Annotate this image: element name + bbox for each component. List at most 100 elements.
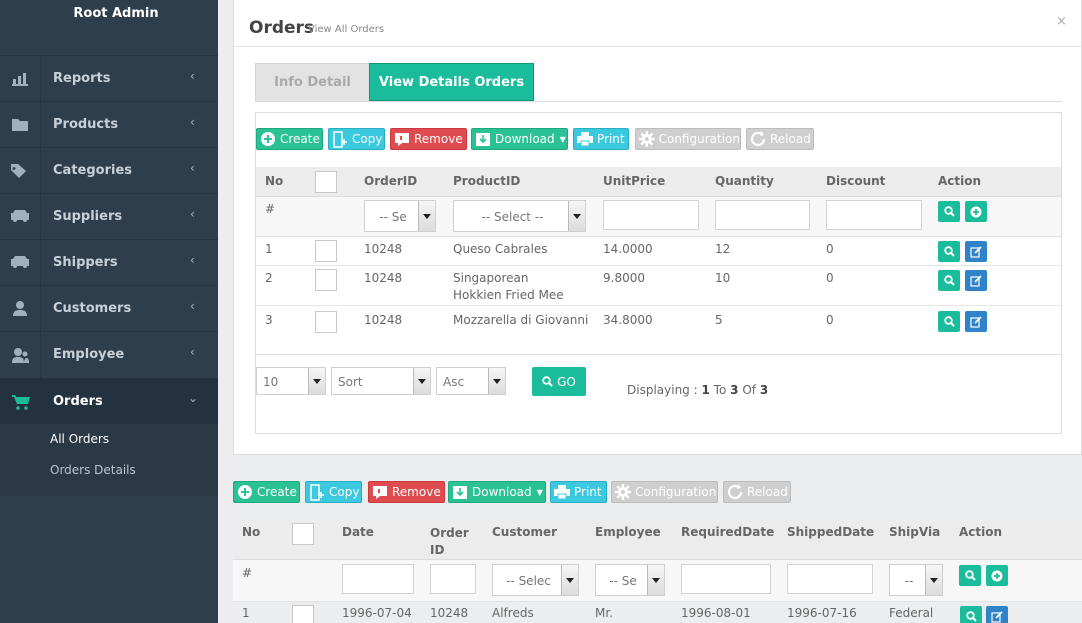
- close-icon[interactable]: ×: [1056, 14, 1067, 29]
- required-date-filter-input[interactable]: [681, 564, 771, 594]
- configuration-button[interactable]: Configuration: [611, 481, 718, 503]
- reload-label: Reload: [770, 132, 811, 146]
- select-all-checkbox[interactable]: [292, 523, 314, 545]
- tab-info-detail[interactable]: Info Detail: [255, 63, 370, 101]
- copy-button[interactable]: Copy: [328, 128, 385, 150]
- table-row[interactable]: 3 10248 Mozzarella di Giovanni 34.8000 5…: [256, 306, 1061, 355]
- sidebar-item-label: Suppliers: [53, 209, 123, 224]
- column-header[interactable]: Order ID: [430, 525, 470, 559]
- user-icon: [0, 286, 41, 331]
- table-row[interactable]: 2 10248 Singaporean Hokkien Fried Mee 9.…: [256, 266, 1061, 306]
- sort-select[interactable]: Sort: [331, 367, 431, 395]
- customer-filter-select[interactable]: -- Selec: [492, 564, 579, 596]
- sidebar-item-orders[interactable]: Orders ⌄: [0, 378, 218, 424]
- sidebar-item-reports[interactable]: Reports ‹: [0, 55, 218, 101]
- remove-button[interactable]: Remove: [368, 481, 445, 503]
- sidebar-item-label: Employee: [53, 347, 125, 362]
- column-header[interactable]: ProductID: [453, 174, 520, 188]
- print-button[interactable]: Print: [573, 128, 629, 150]
- cell-discount: 0: [826, 242, 834, 256]
- row-checkbox[interactable]: [315, 269, 337, 291]
- column-header[interactable]: Quantity: [715, 174, 774, 188]
- column-header[interactable]: OrderID: [364, 174, 417, 188]
- add-button[interactable]: [965, 201, 987, 222]
- row-checkbox[interactable]: [315, 311, 337, 333]
- order-direction-select[interactable]: Asc: [436, 367, 506, 395]
- page-size-select[interactable]: 10: [256, 367, 326, 395]
- cell-shipped-date: 1996-07-16: [787, 606, 857, 620]
- edit-button[interactable]: [965, 311, 987, 332]
- download-button[interactable]: Download ▼: [471, 128, 568, 150]
- reload-button[interactable]: Reload: [723, 481, 791, 503]
- tab-view-details-orders[interactable]: View Details Orders: [369, 63, 534, 101]
- column-header[interactable]: RequiredDate: [681, 525, 774, 539]
- page-title: Orders: [249, 18, 315, 38]
- order-id-filter-select[interactable]: -- Se: [364, 200, 436, 232]
- select-value: 10: [263, 375, 279, 389]
- tag-icon: [0, 148, 41, 193]
- view-button[interactable]: [938, 270, 960, 291]
- table-row[interactable]: 1 10248 Queso Cabrales 14.0000 12 0: [256, 237, 1061, 266]
- sidebar-item-categories[interactable]: Categories ‹: [0, 147, 218, 193]
- sidebar-item-label: Reports: [53, 71, 111, 86]
- edit-button[interactable]: [965, 241, 987, 262]
- chevron-down-icon: [413, 368, 430, 394]
- unit-price-filter-input[interactable]: [603, 200, 699, 230]
- create-button[interactable]: Create: [256, 128, 323, 150]
- orders-grid: Create Copy Remove Download ▼ Print Confi…: [233, 478, 1082, 623]
- edit-button[interactable]: [965, 270, 987, 291]
- sidebar-item-employee[interactable]: Employee ‹: [0, 331, 218, 379]
- configuration-button[interactable]: Configuration: [635, 128, 741, 150]
- print-button[interactable]: Print: [550, 481, 607, 503]
- shipped-date-filter-input[interactable]: [787, 564, 873, 594]
- submenu-orders-details[interactable]: Orders Details: [50, 463, 136, 477]
- discount-filter-input[interactable]: [826, 200, 922, 230]
- column-header[interactable]: UnitPrice: [603, 174, 665, 188]
- quantity-filter-input[interactable]: [715, 200, 810, 230]
- column-header[interactable]: Customer: [492, 525, 557, 539]
- reload-button[interactable]: Reload: [746, 128, 814, 150]
- remove-button[interactable]: Remove: [390, 128, 467, 150]
- table-row[interactable]: 1 1996-07-04 10248 Alfreds Mr. 1996-08-0…: [233, 602, 1082, 623]
- create-label: Create: [280, 132, 320, 146]
- submenu-all-orders[interactable]: All Orders: [50, 432, 109, 446]
- display-label: Displaying :: [627, 383, 698, 397]
- sidebar-item-customers[interactable]: Customers ‹: [0, 285, 218, 331]
- filter-no: #: [242, 566, 253, 580]
- row-checkbox[interactable]: [292, 605, 314, 623]
- sidebar: Root Admin Reports ‹ Products ‹ Categori…: [0, 0, 218, 623]
- search-button[interactable]: [959, 565, 981, 586]
- order-id-filter-input[interactable]: [430, 564, 476, 594]
- employee-filter-select[interactable]: -- Se: [595, 564, 665, 596]
- cell-required-date: 1996-08-01: [681, 606, 751, 620]
- download-button[interactable]: Download ▼: [448, 481, 546, 503]
- edit-button[interactable]: [986, 606, 1008, 623]
- column-header[interactable]: Date: [342, 525, 374, 539]
- row-checkbox[interactable]: [315, 240, 337, 262]
- column-header[interactable]: Employee: [595, 525, 661, 539]
- cell-date: 1996-07-04: [342, 606, 412, 620]
- product-filter-select[interactable]: -- Select --: [453, 200, 586, 232]
- column-header[interactable]: Discount: [826, 174, 885, 188]
- download-label: Download: [472, 485, 532, 499]
- cell-no: 2: [265, 271, 273, 285]
- view-button[interactable]: [938, 311, 960, 332]
- sidebar-item-shippers[interactable]: Shippers ‹: [0, 239, 218, 285]
- cell-no: 1: [265, 242, 273, 256]
- select-all-checkbox[interactable]: [315, 171, 337, 193]
- chevron-down-icon: [488, 368, 505, 394]
- add-button[interactable]: [986, 565, 1008, 586]
- search-button[interactable]: [938, 201, 960, 222]
- ship-via-filter-select[interactable]: --: [889, 564, 943, 596]
- select-value: -- Select --: [481, 210, 544, 224]
- view-button[interactable]: [960, 606, 982, 623]
- create-button[interactable]: Create: [233, 481, 300, 503]
- go-button[interactable]: GO: [532, 367, 586, 396]
- view-button[interactable]: [938, 241, 960, 262]
- sidebar-item-products[interactable]: Products ‹: [0, 101, 218, 147]
- column-header[interactable]: ShippedDate: [787, 525, 874, 539]
- copy-button[interactable]: Copy: [305, 481, 362, 503]
- date-filter-input[interactable]: [342, 564, 414, 594]
- column-header[interactable]: ShipVia: [889, 525, 940, 539]
- sidebar-item-suppliers[interactable]: Suppliers ‹: [0, 193, 218, 239]
